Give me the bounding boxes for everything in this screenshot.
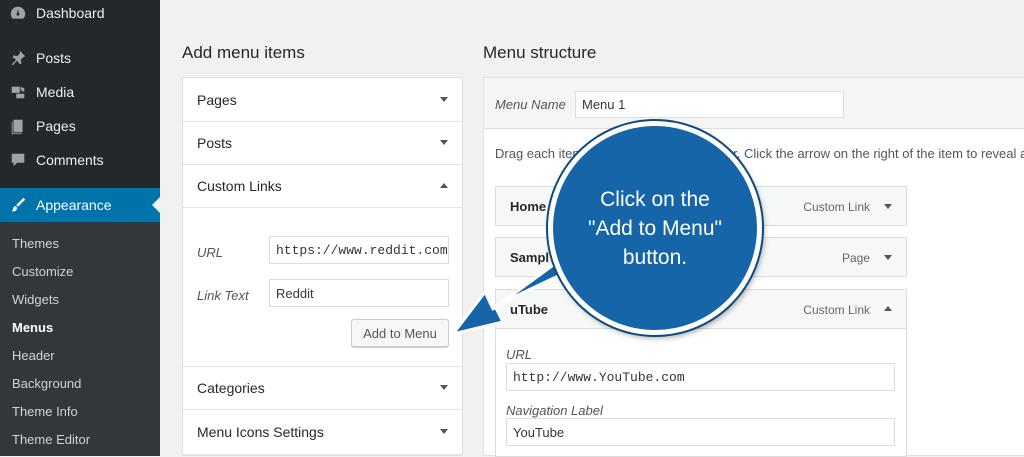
- menu-item-type: Custom Link: [803, 303, 870, 317]
- menu-name-input[interactable]: Menu 1: [575, 91, 844, 118]
- section-label: Menu Icons Settings: [197, 424, 324, 440]
- section-posts[interactable]: Posts: [183, 122, 462, 165]
- menu-item-title: Sampl: [510, 250, 550, 265]
- sidebar-item-label: Appearance: [36, 197, 112, 213]
- menu-item-title: Home: [510, 199, 547, 214]
- section-pages[interactable]: Pages: [183, 78, 462, 122]
- submenu-item-background[interactable]: Background: [12, 376, 81, 391]
- navigation-label-label: Navigation Label: [506, 403, 603, 418]
- sidebar-item-comments[interactable]: Comments: [0, 143, 160, 177]
- add-to-menu-button[interactable]: Add to Menu: [351, 319, 449, 347]
- chevron-down-icon[interactable]: [884, 204, 892, 209]
- hint-text-start: Drag each item: [495, 146, 584, 161]
- sidebar-item-label: Posts: [36, 50, 72, 66]
- paintbrush-icon: [0, 196, 36, 214]
- menu-name-label: Menu Name: [495, 97, 566, 112]
- menu-structure-heading: Menu structure: [483, 43, 597, 62]
- callout-line: button.: [622, 245, 688, 269]
- sidebar-item-dashboard[interactable]: Dashboard: [0, 0, 160, 30]
- menu-item-type: Page: [841, 251, 870, 265]
- navigation-label-input[interactable]: YouTube: [506, 418, 895, 446]
- admin-sidebar: Dashboard Posts Media Pages Comments App…: [0, 0, 160, 456]
- section-menu-icons-settings[interactable]: Menu Icons Settings: [183, 410, 462, 455]
- sidebar-item-label: Comments: [36, 152, 104, 168]
- link-text-label: Link Text: [197, 288, 249, 303]
- sidebar-item-label: Pages: [36, 118, 76, 134]
- dashboard-icon: [0, 4, 36, 22]
- section-custom-links[interactable]: Custom Links: [183, 165, 462, 208]
- chevron-down-icon: [440, 385, 448, 390]
- menu-item-settings: URL http://www.YouTube.com Navigation La…: [495, 329, 907, 457]
- callout-bubble: Click on the "Add to Menu" button.: [548, 121, 762, 335]
- chevron-down-icon: [440, 140, 448, 145]
- submenu-item-menus[interactable]: Menus: [12, 320, 53, 335]
- chevron-down-icon: [440, 429, 448, 434]
- comments-icon: [0, 151, 36, 169]
- submenu-item-theme-info[interactable]: Theme Info: [12, 404, 78, 419]
- section-categories[interactable]: Categories: [183, 367, 462, 410]
- sidebar-item-posts[interactable]: Posts: [0, 41, 160, 75]
- chevron-up-icon: [440, 183, 448, 188]
- chevron-down-icon[interactable]: [884, 255, 892, 260]
- menu-item-type: Custom Link: [803, 200, 870, 214]
- link-text-input[interactable]: Reddit: [269, 279, 449, 307]
- submenu-item-header[interactable]: Header: [12, 348, 55, 363]
- callout-line: Click on the: [600, 187, 710, 211]
- pin-icon: [0, 49, 36, 67]
- custom-links-panel: URL https://www.reddit.com Link Text Red…: [183, 208, 462, 367]
- menu-item-title: uTube: [510, 302, 549, 317]
- sidebar-item-label: Media: [36, 84, 75, 100]
- item-url-input[interactable]: http://www.YouTube.com: [506, 363, 895, 391]
- add-items-accordion: Pages Posts Custom Links URL https://www…: [182, 77, 463, 456]
- section-label: Pages: [197, 91, 237, 108]
- hint-text-end: r. Click the arrow on the right of the i…: [733, 146, 1024, 161]
- section-label: Categories: [197, 380, 265, 396]
- menu-name-bar: Menu Name Menu 1: [484, 78, 1024, 129]
- section-label: Posts: [197, 135, 233, 151]
- submenu-item-widgets[interactable]: Widgets: [12, 292, 59, 307]
- item-url-label: URL: [506, 347, 533, 362]
- url-label: URL: [197, 245, 224, 260]
- sidebar-item-appearance[interactable]: Appearance: [0, 188, 160, 222]
- appearance-submenu: Themes Customize Widgets Menus Header Ba…: [0, 222, 160, 456]
- sidebar-item-pages[interactable]: Pages: [0, 109, 160, 143]
- callout-line: "Add to Menu": [588, 216, 722, 240]
- submenu-item-themes[interactable]: Themes: [12, 236, 59, 251]
- pages-icon: [0, 117, 36, 135]
- sidebar-item-media[interactable]: Media: [0, 75, 160, 109]
- section-label: Custom Links: [197, 178, 282, 194]
- media-icon: [0, 83, 36, 101]
- chevron-up-icon[interactable]: [884, 306, 892, 311]
- submenu-item-customize[interactable]: Customize: [12, 264, 73, 279]
- chevron-down-icon: [440, 96, 448, 102]
- add-menu-items-heading: Add menu items: [182, 43, 305, 62]
- submenu-item-theme-editor[interactable]: Theme Editor: [12, 432, 90, 447]
- sidebar-item-label: Dashboard: [36, 5, 105, 21]
- custom-url-input[interactable]: https://www.reddit.com: [269, 236, 449, 264]
